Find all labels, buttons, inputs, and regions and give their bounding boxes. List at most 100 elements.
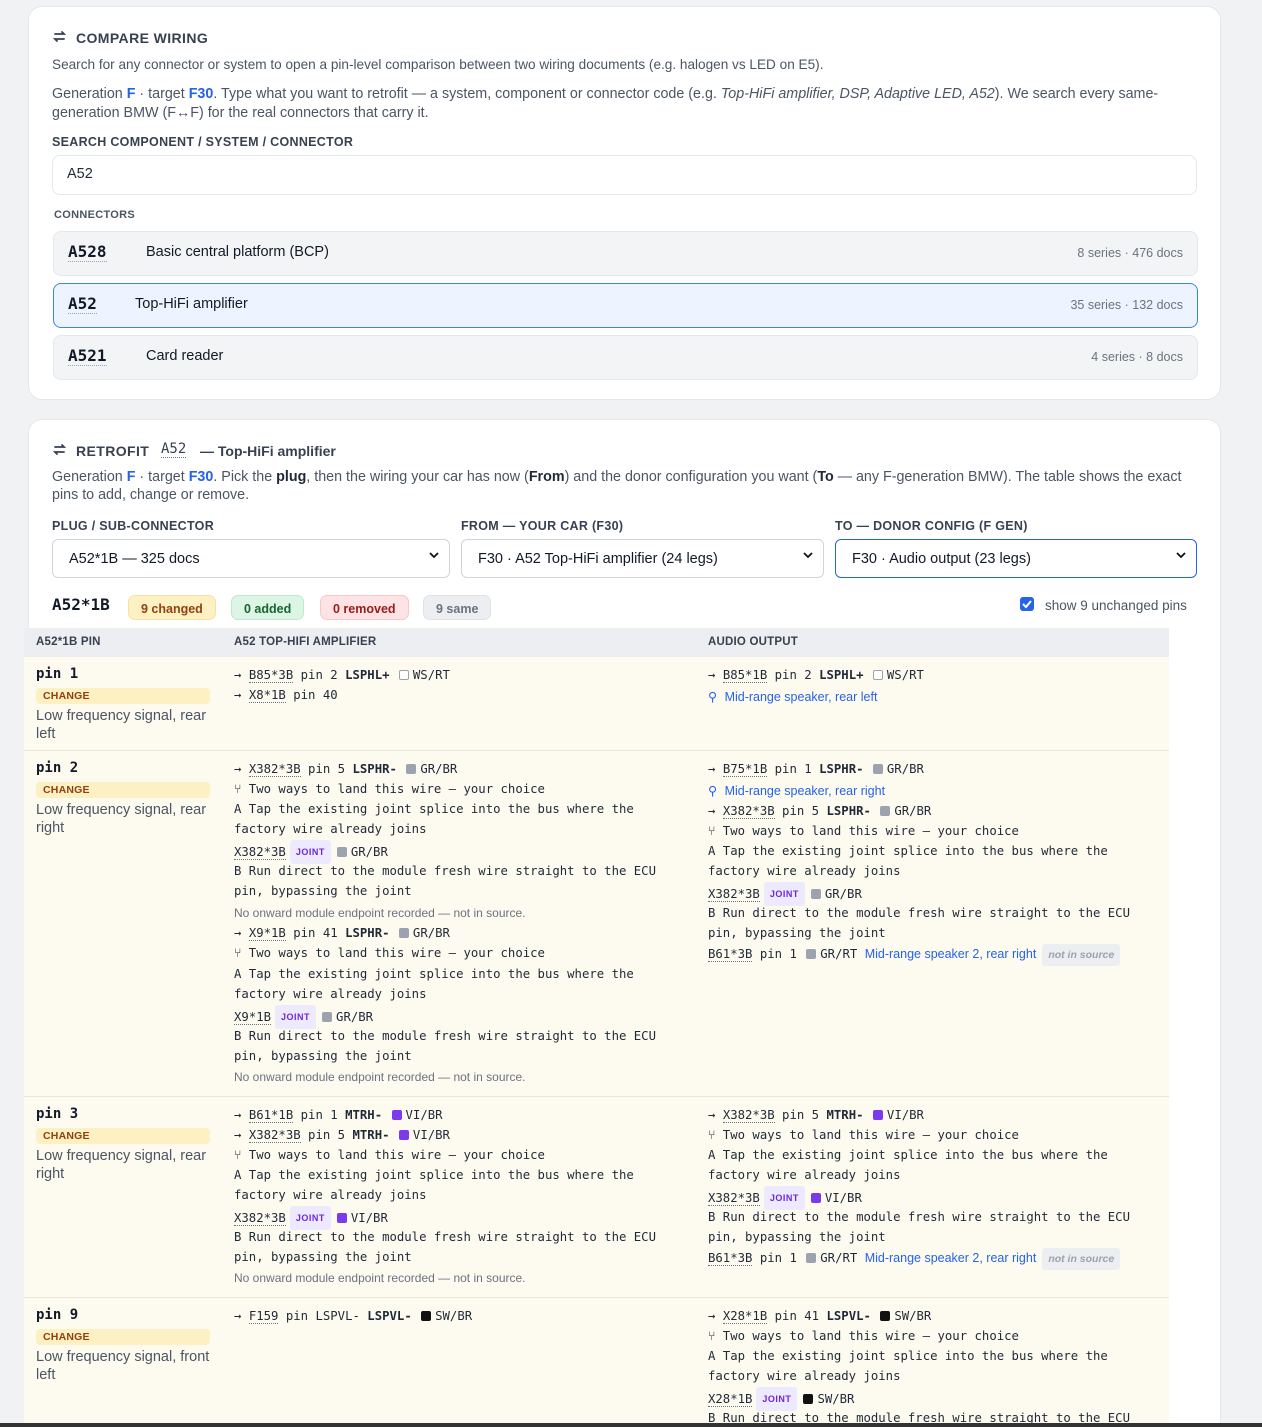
location-pin-icon: ⚲ — [708, 690, 718, 704]
change-badge: CHANGE — [36, 1329, 210, 1345]
target-value: F30 — [188, 86, 214, 102]
wire-color-swatch — [806, 949, 817, 959]
compare-description: Generation F · target F30. Type what you… — [52, 86, 1159, 121]
page-bottom-edge — [0, 1423, 1262, 1427]
connector-result-a52[interactable]: A52 Top-HiFi amplifier 35 series · 132 d… — [53, 283, 1198, 328]
connector-link[interactable]: X382*3B — [722, 804, 775, 819]
endpoint-link[interactable]: Mid-range speaker 2, rear right — [865, 947, 1037, 961]
wire-color-swatch — [803, 1394, 814, 1404]
connector-link[interactable]: B61*1B — [248, 1108, 294, 1123]
wire-color-swatch — [398, 670, 409, 680]
search-input[interactable]: A52 — [52, 155, 1197, 195]
connector-link[interactable]: X28*1B — [708, 1392, 753, 1407]
connector-result-a528[interactable]: A528 Basic central platform (BCP) 8 seri… — [53, 231, 1198, 276]
connector-meta: 4 series · 8 docs — [1091, 350, 1183, 364]
connector-code: A528 — [68, 242, 107, 262]
wire-color-swatch — [336, 847, 347, 857]
change-badge: CHANGE — [36, 688, 210, 704]
fork-icon: ⑂ — [234, 946, 242, 960]
pin-description: Low frequency signal, rear left — [36, 708, 207, 742]
connector-link[interactable]: F159 — [248, 1309, 279, 1324]
connector-name: Basic central platform (BCP) — [146, 244, 329, 260]
chevron-down-icon — [1176, 552, 1186, 559]
wire-color-swatch — [810, 1193, 821, 1203]
wire-color-swatch — [322, 1012, 333, 1022]
fork-icon: ⑂ — [234, 782, 242, 796]
to-label: TO — DONOR CONFIG (F GEN) — [835, 519, 1028, 533]
added-badge: 0 added — [231, 595, 305, 620]
connector-link[interactable]: X382*3B — [234, 845, 286, 860]
change-badge: CHANGE — [36, 782, 210, 798]
from-wire-line: → B85*3B pin 2 LSPHL+ WS/RT — [234, 668, 450, 683]
swap-icon — [52, 442, 67, 460]
swap-icon — [52, 29, 67, 47]
pin-number: pin 1 — [36, 666, 79, 682]
to-wire-line: → B85*1B pin 2 LSPHL+ WS/RT — [708, 668, 924, 683]
endpoint-link[interactable]: Mid-range speaker 2, rear right — [865, 1251, 1037, 1265]
connector-link[interactable]: B85*1B — [722, 668, 768, 683]
connector-name: Card reader — [146, 348, 224, 364]
retrofit-title: RETROFIT — [76, 443, 150, 459]
connector-link[interactable]: X382*3B — [234, 1211, 286, 1226]
table-row: pin 9 CHANGE Low frequency signal, front… — [24, 1298, 1169, 1425]
connector-link[interactable]: X28*1B — [722, 1309, 768, 1324]
table-row: pin 3 CHANGE Low frequency signal, rear … — [24, 1097, 1169, 1298]
comparison-table-header: A52*1B PIN A52 TOP-HIFI AMPLIFIER AUDIO … — [24, 628, 1169, 657]
changed-badge: 9 changed — [128, 595, 216, 620]
pin-description: Low frequency signal, rear right — [36, 802, 207, 836]
plug-code-heading: A52*1B — [52, 595, 110, 614]
not-in-source-tag: not in source — [1042, 944, 1121, 966]
pin-number: pin 9 — [36, 1307, 79, 1323]
same-badge: 9 same — [423, 595, 492, 620]
wire-color-swatch — [810, 889, 821, 899]
compare-subtitle: Search for any connector or system to op… — [52, 57, 824, 72]
wire-color-swatch — [421, 1311, 432, 1321]
connector-code: A521 — [68, 346, 107, 366]
connector-meta: 8 series · 476 docs — [1077, 246, 1183, 260]
to-select[interactable]: F30 · Audio output (23 legs) — [835, 539, 1197, 578]
change-badge: CHANGE — [36, 1128, 210, 1144]
from-label: FROM — YOUR CAR (F30) — [461, 519, 624, 533]
connector-link[interactable]: X9*1B — [248, 926, 286, 941]
location-link[interactable]: Mid-range speaker, rear left — [725, 690, 878, 704]
connector-link[interactable]: X382*3B — [248, 1128, 301, 1143]
connector-link[interactable]: B61*3B — [708, 947, 753, 962]
wire-color-swatch — [880, 806, 891, 816]
col-from-header: A52 TOP-HIFI AMPLIFIER — [234, 636, 377, 648]
connector-link[interactable]: B85*3B — [248, 668, 294, 683]
chevron-down-icon — [803, 552, 813, 559]
wire-color-swatch — [391, 1110, 402, 1120]
from-select[interactable]: F30 · A52 Top-HiFi amplifier (24 legs) — [461, 539, 824, 578]
show-unchanged-label[interactable]: show 9 unchanged pins — [1045, 598, 1187, 613]
chevron-down-icon — [429, 552, 439, 559]
wire-color-swatch — [398, 928, 409, 938]
check-icon — [1022, 600, 1032, 609]
retrofit-name: — Top-HiFi amplifier — [200, 443, 336, 459]
connector-link[interactable]: X382*3B — [708, 887, 760, 902]
fork-icon: ⑂ — [708, 1128, 716, 1142]
pin-description: Low frequency signal, front left — [36, 1349, 210, 1383]
wire-color-swatch — [398, 1130, 409, 1140]
show-unchanged-checkbox[interactable] — [1020, 597, 1034, 611]
connector-result-a521[interactable]: A521 Card reader 4 series · 8 docs — [53, 335, 1198, 380]
connector-link[interactable]: B61*3B — [708, 1251, 753, 1266]
fork-icon: ⑂ — [234, 1148, 242, 1162]
col-to-header: AUDIO OUTPUT — [708, 636, 798, 648]
connector-name: Top-HiFi amplifier — [135, 296, 248, 312]
wire-color-swatch — [872, 764, 883, 774]
connector-link[interactable]: X9*1B — [234, 1010, 272, 1025]
to-select-value: F30 · Audio output (23 legs) — [852, 551, 1031, 567]
fork-icon: ⑂ — [708, 1329, 716, 1343]
plug-select-value: A52*1B — 325 docs — [69, 551, 200, 567]
plug-select[interactable]: A52*1B — 325 docs — [52, 539, 450, 578]
connector-link[interactable]: B75*1B — [722, 762, 768, 777]
connector-link[interactable]: X382*3B — [248, 762, 301, 777]
connector-meta: 35 series · 132 docs — [1070, 298, 1183, 312]
connector-link[interactable]: X382*3B — [708, 1191, 760, 1206]
location-link[interactable]: Mid-range speaker, rear right — [725, 784, 886, 798]
connector-link[interactable]: X382*3B — [722, 1108, 775, 1123]
wire-color-swatch — [880, 1311, 891, 1321]
search-label: SEARCH COMPONENT / SYSTEM / CONNECTOR — [52, 135, 354, 149]
no-endpoint-note: No onward module endpoint recorded — not… — [234, 1271, 526, 1285]
connector-link[interactable]: X8*1B — [248, 688, 286, 703]
